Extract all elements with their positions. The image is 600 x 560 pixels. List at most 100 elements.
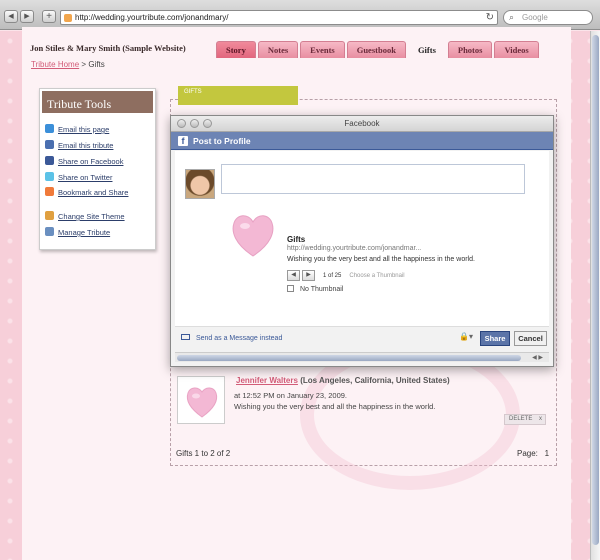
no-thumbnail-checkbox[interactable] [287, 285, 294, 292]
tab-videos[interactable]: Videos [494, 41, 539, 58]
dialog-title: Facebook [344, 119, 380, 128]
attachment-url: http://wedding.yourtribute.com/jonandmar… [287, 245, 422, 252]
attachment-description: Wishing you the very best and all the ha… [287, 256, 475, 263]
delete-x-icon: x [539, 416, 542, 422]
forward-button[interactable]: ▶ [20, 10, 34, 23]
change-theme-link[interactable]: Change Site Theme [45, 211, 125, 221]
gift-author: Jennifer Walters (Los Angeles, Californi… [236, 376, 450, 385]
add-bookmark-button[interactable]: + [42, 10, 56, 23]
email-tribute-link[interactable]: Email this tribute [45, 140, 113, 150]
dialog-body: Gifts http://wedding.yourtribute.com/jon… [175, 151, 549, 326]
share-facebook-label: Share on Facebook [58, 157, 124, 166]
tab-photos[interactable]: Photos [447, 41, 493, 58]
status-input[interactable] [221, 164, 525, 194]
no-thumbnail-label: No Thumbnail [299, 286, 344, 293]
share-facebook-link[interactable]: Share on Facebook [45, 156, 123, 166]
browser-toolbar: ◀ ▶ + http://wedding.yourtribute.com/jon… [0, 0, 600, 30]
back-button[interactable]: ◀ [4, 10, 18, 23]
tribute-tools-panel: Tribute Tools Email this page Email this… [39, 88, 156, 250]
tribute-tools-heading: Tribute Tools [40, 89, 155, 115]
prev-thumbnail-button[interactable]: ◀ [287, 270, 300, 281]
tab-events[interactable]: Events [300, 41, 345, 58]
zoom-window-icon[interactable] [203, 119, 212, 128]
delete-label: DELETE [509, 416, 533, 422]
dialog-footer: Send as a Message instead 🔒▾ Share Cance… [175, 326, 549, 350]
choose-thumbnail-label: Choose a Thumbnail [349, 272, 405, 279]
email-page-link[interactable]: Email this page [45, 124, 109, 134]
scrollbar-thumb[interactable] [592, 35, 599, 545]
cancel-button[interactable]: Cancel [514, 331, 547, 346]
email-page-icon [45, 124, 54, 133]
dialog-scrollbar-thumb[interactable] [177, 355, 521, 361]
gifts-count: Gifts 1 to 2 of 2 [176, 449, 231, 458]
minimize-window-icon[interactable] [190, 119, 199, 128]
breadcrumb-separator: > [81, 60, 87, 69]
tab-notes[interactable]: Notes [257, 41, 299, 58]
manage-icon [45, 227, 54, 236]
search-input[interactable]: ⌕ Google [503, 10, 593, 25]
share-twitter-link[interactable]: Share on Twitter [45, 172, 112, 182]
facebook-logo-icon: f [178, 136, 188, 146]
attachment-title: Gifts [287, 235, 306, 244]
privacy-lock-icon[interactable]: 🔒▾ [459, 332, 473, 341]
post-to-profile-header: f Post to Profile [171, 132, 553, 150]
search-icon: ⌕ [509, 12, 515, 22]
search-placeholder: Google [522, 13, 548, 22]
page-label: Page: [517, 449, 538, 458]
heart-candy-icon [186, 387, 218, 418]
thumbnail-counter: 1 of 25 [323, 272, 342, 279]
address-bar[interactable]: http://wedding.yourtribute.com/jonandmar… [60, 10, 498, 25]
send-as-message-label: Send as a Message instead [195, 335, 283, 342]
manage-tribute-label: Manage Tribute [58, 228, 111, 237]
share-twitter-label: Share on Twitter [58, 173, 113, 182]
no-thumbnail-option[interactable]: No Thumbnail [287, 285, 343, 293]
bookmark-share-link[interactable]: Bookmark and Share [45, 187, 128, 197]
share-button[interactable]: Share [480, 331, 510, 346]
nav-tabs: Story Notes Events Guestbook Gifts Photo… [216, 41, 539, 58]
gift-message: Wishing you the very best and all the ha… [234, 402, 436, 411]
reload-icon[interactable]: ↻ [486, 11, 494, 24]
facebook-icon [45, 156, 54, 165]
breadcrumb: Tribute Home > Gifts [31, 60, 105, 69]
attachment-thumbnail [223, 204, 283, 262]
gift-author-location: (Los Angeles, California, United States) [300, 376, 450, 385]
url-text: http://wedding.yourtribute.com/jonandmar… [75, 13, 229, 22]
tab-gifts[interactable]: Gifts [407, 41, 446, 58]
window-controls [177, 119, 212, 128]
post-to-profile-title: Post to Profile [193, 136, 251, 146]
gift-author-link[interactable]: Jennifer Walters [236, 376, 298, 385]
theme-icon [45, 211, 54, 220]
twitter-icon [45, 172, 54, 181]
avatar [185, 169, 215, 199]
dialog-horizontal-scrollbar[interactable]: ◀ ▶ [175, 352, 549, 362]
thumbnail-pager: ◀ ▶ 1 of 25 Choose a Thumbnail [287, 270, 405, 281]
heart-candy-icon [232, 215, 274, 257]
bookmark-share-label: Bookmark and Share [58, 188, 129, 197]
breadcrumb-home-link[interactable]: Tribute Home [31, 60, 79, 69]
page-number[interactable]: 1 [545, 449, 549, 458]
scroll-arrows-icon[interactable]: ◀ ▶ [532, 353, 543, 363]
email-icon [45, 140, 54, 149]
close-window-icon[interactable] [177, 119, 186, 128]
pagination: Page: 1 [517, 449, 549, 458]
bookmark-icon [45, 187, 54, 196]
send-as-message-link[interactable]: Send as a Message instead [181, 334, 282, 342]
manage-tribute-link[interactable]: Manage Tribute [45, 227, 110, 237]
change-theme-label: Change Site Theme [58, 212, 125, 221]
site-title: Jon Stiles & Mary Smith (Sample Website) [22, 38, 208, 59]
gifts-section-label: GIFTS [178, 86, 298, 105]
envelope-icon [181, 334, 190, 340]
email-tribute-label: Email this tribute [58, 141, 114, 150]
favicon-icon [64, 14, 72, 22]
gift-thumbnail[interactable] [177, 376, 225, 424]
vertical-scrollbar[interactable] [590, 31, 600, 560]
delete-button[interactable]: DELETE x [504, 414, 546, 425]
tab-guestbook[interactable]: Guestbook [346, 41, 406, 58]
dialog-titlebar: Facebook [171, 116, 553, 132]
email-page-label: Email this page [58, 125, 110, 134]
next-thumbnail-button[interactable]: ▶ [302, 270, 315, 281]
breadcrumb-current: Gifts [88, 60, 105, 69]
tab-story[interactable]: Story [216, 41, 256, 58]
gift-timestamp: at 12:52 PM on January 23, 2009. [234, 391, 347, 400]
facebook-dialog: Facebook f Post to Profile Gifts http://… [170, 115, 554, 367]
